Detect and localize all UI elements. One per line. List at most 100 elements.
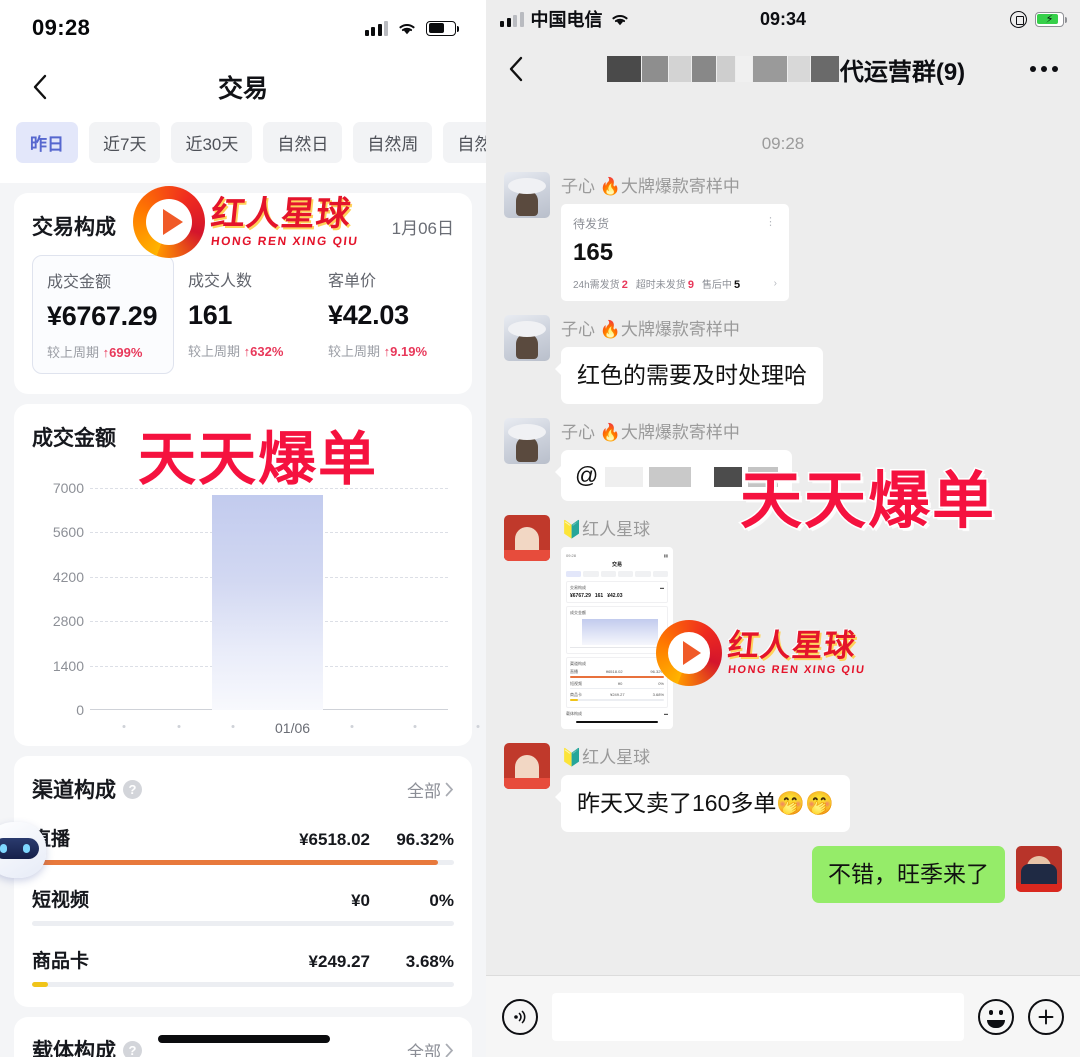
metric-buyers[interactable]: 成交人数 161 较上周期 ↑632% (174, 255, 314, 374)
chart-y-axis: 0 1400 2800 4200 5600 7000 (32, 480, 88, 718)
carrier-title-text: 载体构成 (32, 1040, 116, 1057)
channel-row-shortvideo[interactable]: 短视频 ¥0 0% (32, 885, 454, 926)
tab-last-7-days[interactable]: 近7天 (89, 122, 161, 163)
channel-percent: 3.68% (405, 952, 454, 971)
message-bubble[interactable]: 不错，旺季来了 (812, 845, 1005, 903)
shot-time: 09:28 (566, 553, 577, 559)
x-tick-dot (476, 725, 480, 728)
metric-gmv-unit: % (130, 345, 143, 360)
page-title: 交易 (217, 75, 268, 103)
avatar[interactable] (1016, 845, 1062, 892)
carrier-all-label: 全部 (407, 1042, 441, 1057)
chat-title-text: 代运营群(9) (839, 58, 966, 86)
shot-value: ¥6767.29 (570, 593, 591, 600)
left-nav-bar: 交易 (0, 56, 486, 118)
metric-aov-delta: 较上周期 ↑9.19% (328, 341, 444, 360)
redacted-block (735, 56, 752, 82)
gmv-bar-chart: 0 1400 2800 4200 5600 7000 01/06 (32, 480, 480, 738)
shared-screenshot-image[interactable]: 09:28 ▮▮ 交易 交易构成 ▬ ¥6767.29 161 ¥42.03 成… (561, 547, 673, 729)
x-tick-dot (350, 725, 354, 728)
shot-value: 161 (594, 593, 604, 600)
y-tick-4200: 4200 (52, 568, 84, 585)
signal-bars-icon (364, 20, 388, 36)
chevron-right-icon (445, 782, 454, 796)
order-card-label: 待发货 (573, 217, 610, 231)
chevron-right-icon: › (773, 278, 777, 289)
chart-plot-area (90, 488, 448, 710)
more-vertical-icon[interactable]: ⋮ (765, 215, 777, 228)
chevron-left-icon (509, 56, 523, 82)
message-bubble[interactable]: 昨天又卖了160多单🤭🤭 (555, 774, 850, 832)
metric-aov-label: 客单价 (328, 273, 377, 290)
plus-icon[interactable] (1028, 998, 1064, 1035)
avatar[interactable] (504, 172, 550, 218)
order-stat-label: 超时未发货 (635, 280, 686, 291)
partial-message-above (504, 100, 1062, 112)
shot-row-pct: 0% (658, 680, 664, 686)
voice-wave-icon[interactable] (502, 998, 538, 1035)
avatar[interactable] (504, 315, 550, 361)
avatar[interactable] (504, 742, 550, 789)
sender-name: 子心 🔥大牌爆款寄样中 (561, 320, 740, 339)
metric-gmv-delta: 较上周期 ↑699% (47, 342, 163, 361)
x-tick-dot (122, 725, 126, 728)
message-bubble[interactable]: @ (554, 450, 793, 502)
shot-row-amt: ¥6518.02 (605, 669, 623, 675)
date-range-tabs: 昨日 近7天 近30天 自然日 自然周 自然月 (0, 118, 486, 183)
more-dots-icon[interactable] (1030, 66, 1058, 72)
transaction-composition-card: 交易构成 1月06日 成交金额 ¥6767.29 较上周期 ↑699% 成交人数… (14, 193, 472, 394)
chat-message: 🔰红人星球 昨天又卖了160多单🤭🤭 (504, 742, 1062, 832)
metric-buyers-delta-prefix: 较上周期 (188, 344, 241, 359)
channel-name: 短视频 (32, 890, 90, 911)
carrier-view-all[interactable]: 全部 (407, 1038, 454, 1057)
bar-0106[interactable] (211, 495, 323, 710)
rotation-lock-icon (1010, 10, 1027, 28)
order-stat-value: 5 (733, 279, 741, 291)
channel-percent: 0% (429, 891, 454, 910)
chat-message-list[interactable]: 09:28 子心 🔥大牌爆款寄样中 待发货 ⋮ 165 24h需发货 2 超时未… (486, 100, 1080, 975)
x-tick-dot (177, 725, 181, 728)
avatar[interactable] (504, 515, 550, 562)
tab-last-30-days[interactable]: 近30天 (171, 122, 253, 163)
channel-all-label: 全部 (407, 781, 441, 801)
composition-title: 交易构成 (32, 216, 116, 239)
wechat-chat-panel: 中国电信 09:34 ⚡ 代运营群(9) 09:28 子心 🔥大牌爆款寄样中 待… (486, 0, 1080, 1057)
metric-gmv-delta-value: 699 (109, 345, 131, 360)
message-input[interactable] (552, 992, 964, 1041)
question-mark-icon[interactable]: ? (123, 1040, 142, 1057)
shot-section2: 成交金额 (570, 610, 586, 616)
redacted-block (691, 56, 716, 82)
chat-message-outgoing: 不错，旺季来了 (504, 845, 1062, 903)
home-indicator (158, 1035, 330, 1043)
channel-view-all[interactable]: 全部 (407, 777, 454, 802)
back-button[interactable] (20, 67, 60, 107)
metric-aov[interactable]: 客单价 ¥42.03 较上周期 ↑9.19% (314, 255, 454, 374)
metric-gmv[interactable]: 成交金额 ¥6767.29 较上周期 ↑699% (32, 255, 174, 374)
metric-aov-delta-prefix: 较上周期 (328, 344, 381, 359)
redacted-block (810, 56, 839, 82)
message-bubble[interactable]: 红色的需要及时处理哈 (555, 347, 823, 405)
tab-natural-week[interactable]: 自然周 (353, 122, 433, 163)
channel-row-productcard[interactable]: 商品卡 ¥249.27 3.68% (32, 946, 454, 987)
avatar[interactable] (504, 418, 550, 465)
shot-row-pct: 3.68% (652, 692, 664, 698)
chart-title: 成交金额 (32, 427, 116, 450)
metric-aov-unit: % (415, 344, 428, 359)
order-stat-label: 售后中 (701, 280, 732, 291)
tab-yesterday[interactable]: 昨日 (16, 122, 78, 163)
order-status-card[interactable]: 待发货 ⋮ 165 24h需发货 2 超时未发货 9 售后中 5 › (561, 204, 789, 301)
y-tick-7000: 7000 (52, 480, 84, 496)
metric-gmv-label: 成交金额 (47, 274, 112, 291)
smiley-icon[interactable] (978, 998, 1014, 1035)
sender-name: 子心 🔥大牌爆款寄样中 (561, 423, 740, 443)
question-mark-icon[interactable]: ? (123, 779, 142, 799)
chat-message: 子心 🔥大牌爆款寄样中 @ (504, 418, 1062, 502)
carrier-name: 中国电信 (530, 10, 603, 30)
gridline-7000 (90, 488, 448, 489)
back-button[interactable] (508, 55, 542, 83)
channel-row-live[interactable]: 直播 ¥6518.02 96.32% (32, 824, 454, 865)
chat-title[interactable]: 代运营群(9) (542, 52, 1030, 87)
shot-row-name: 短视频 (570, 680, 582, 686)
tab-natural-month[interactable]: 自然月 (443, 122, 486, 163)
tab-natural-day[interactable]: 自然日 (263, 122, 343, 163)
